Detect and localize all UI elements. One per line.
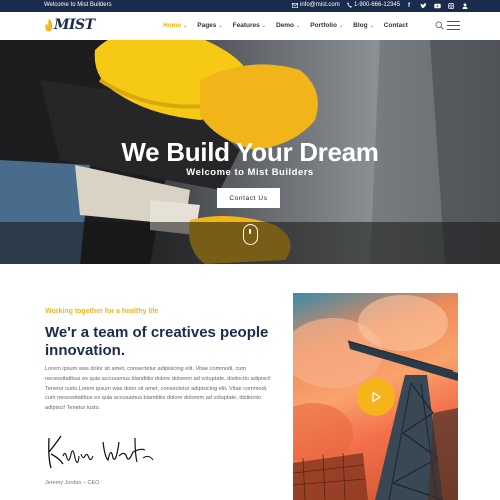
hero-title: We Build Your Dream: [121, 137, 379, 167]
play-icon: [372, 391, 381, 403]
search-icon[interactable]: [435, 21, 444, 30]
chevron-down-icon: ⌄: [261, 22, 266, 29]
instagram-icon[interactable]: [447, 1, 455, 10]
social-links: f: [405, 1, 469, 10]
top-bar: Welcome to Mist Builders info@mist.com 1…: [0, 0, 500, 12]
phone-icon: [347, 2, 352, 8]
author-credit: Jeremy Jordan – CEO: [45, 480, 100, 486]
hero-subtitle: Welcome to Mist Builders: [186, 167, 314, 178]
nav-item-features[interactable]: Features ⌄: [233, 22, 266, 29]
section-heading: We'r a team of creatives people innovati…: [45, 324, 269, 359]
nav-item-label: Pages: [197, 22, 217, 29]
welcome-text: Welcome to Mist Builders: [44, 2, 112, 8]
youtube-icon[interactable]: [433, 1, 441, 10]
main-navigation: MIST Home ⌄ Pages ⌄ Features ⌄ Demo ⌄ Po…: [0, 12, 500, 40]
email-link[interactable]: info@mist.com: [292, 2, 340, 8]
contact-us-button[interactable]: Contact Us: [217, 188, 280, 208]
facebook-icon[interactable]: f: [405, 1, 413, 10]
scroll-down-icon[interactable]: [243, 224, 258, 245]
nav-item-label: Home: [163, 22, 182, 29]
nav-item-label: Features: [232, 22, 260, 29]
nav-menu: Home ⌄ Pages ⌄ Features ⌄ Demo ⌄ Portfol…: [163, 22, 408, 29]
phone-text: 1-900-666-12345: [354, 2, 401, 8]
envelope-icon: [292, 2, 298, 8]
logo-text: MIST: [54, 17, 95, 33]
chevron-down-icon: ⌄: [369, 22, 374, 29]
nav-item-label: Demo: [275, 22, 294, 29]
flame-icon: [45, 18, 53, 32]
play-video-button[interactable]: [357, 378, 395, 416]
section-paragraph: Lorem ipsum was dolor sit amet, consecte…: [45, 366, 271, 412]
email-text: info@mist.com: [300, 2, 340, 8]
chevron-down-icon: ⌄: [183, 22, 188, 29]
user-icon[interactable]: [461, 1, 469, 10]
chevron-down-icon: ⌄: [296, 22, 301, 29]
site-logo[interactable]: MIST: [44, 17, 95, 33]
menu-line: [447, 24, 460, 27]
nav-item-label: Blog: [353, 22, 368, 29]
nav-item-home[interactable]: Home ⌄: [163, 22, 187, 29]
phone-link[interactable]: 1-900-666-12345: [347, 2, 400, 8]
nav-item-blog[interactable]: Blog ⌄: [353, 22, 374, 29]
hamburger-menu-icon[interactable]: [447, 21, 460, 30]
section-tagline: Working together for a healthy life: [45, 308, 159, 315]
nav-item-pages[interactable]: Pages ⌄: [197, 22, 222, 29]
twitter-icon[interactable]: [419, 1, 427, 10]
chevron-down-icon: ⌄: [338, 22, 344, 29]
ceo-signature: [48, 435, 154, 469]
hero-section: We Build Your Dream Welcome to Mist Buil…: [0, 40, 500, 264]
nav-item-label: Contact: [383, 22, 408, 29]
nav-item-label: Portfolio: [310, 22, 337, 29]
nav-item-contact[interactable]: Contact: [384, 22, 408, 29]
chevron-down-icon: ⌄: [218, 22, 223, 29]
nav-item-portfolio[interactable]: Portfolio ⌄: [310, 22, 343, 29]
menu-line: [447, 28, 460, 30]
nav-item-demo[interactable]: Demo ⌄: [276, 22, 300, 29]
menu-line: [447, 21, 460, 23]
